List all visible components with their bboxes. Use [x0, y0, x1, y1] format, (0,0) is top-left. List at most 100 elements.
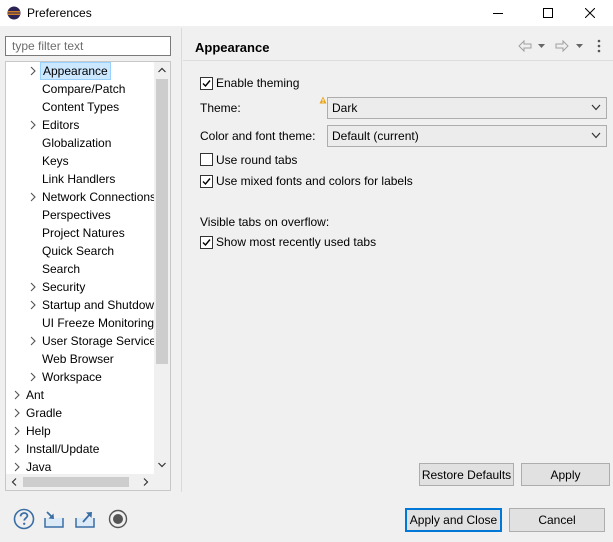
tree-horizontal-scrollbar[interactable]: [6, 474, 154, 490]
recent-tabs-label[interactable]: Show most recently used tabs: [216, 235, 376, 249]
back-dropdown-icon[interactable]: [537, 38, 546, 54]
tree-item-label: Project Natures: [42, 226, 125, 240]
tree-item-label: Gradle: [26, 406, 63, 420]
tree-item[interactable]: Workspace: [6, 368, 156, 386]
scroll-down-icon[interactable]: [158, 462, 166, 468]
mixed-fonts-checkbox[interactable]: [200, 175, 213, 188]
panel-divider[interactable]: [181, 28, 182, 492]
tree-vertical-scroll-thumb[interactable]: [156, 79, 168, 364]
scroll-left-icon[interactable]: [11, 478, 17, 486]
tree-item-label: Workspace: [42, 370, 102, 384]
close-icon: [585, 8, 595, 18]
chevron-right-icon[interactable]: [12, 422, 22, 440]
tree-item[interactable]: Search: [6, 260, 156, 278]
view-menu-icon[interactable]: [596, 38, 602, 54]
tree-item[interactable]: Perspectives: [6, 206, 156, 224]
restore-defaults-button[interactable]: Restore Defaults: [419, 463, 514, 486]
tree-item[interactable]: Globalization: [6, 134, 156, 152]
tree-item[interactable]: Editors: [6, 116, 156, 134]
chevron-right-icon[interactable]: [28, 368, 38, 386]
title-separator: [183, 60, 613, 61]
tree-item[interactable]: Quick Search: [6, 242, 156, 260]
scrollbar-corner: [154, 474, 170, 490]
tree-item[interactable]: UI Freeze Monitoring: [6, 314, 156, 332]
scroll-up-icon[interactable]: [158, 67, 166, 73]
tree-item[interactable]: Appearance: [6, 62, 156, 80]
warning-icon: [319, 96, 327, 104]
help-icon[interactable]: [13, 508, 35, 530]
tree-item[interactable]: Help: [6, 422, 156, 440]
tree-item[interactable]: Network Connections: [6, 188, 156, 206]
tree-item[interactable]: Keys: [6, 152, 156, 170]
chevron-right-icon[interactable]: [28, 116, 38, 134]
filter-input[interactable]: [5, 36, 171, 56]
round-tabs-label[interactable]: Use round tabs: [216, 153, 297, 167]
chevron-right-icon[interactable]: [28, 188, 38, 206]
tree-item[interactable]: Gradle: [6, 404, 156, 422]
chevron-down-icon: [591, 132, 601, 139]
forward-dropdown-icon[interactable]: [575, 38, 584, 54]
theme-combo[interactable]: Dark: [327, 97, 607, 119]
chevron-right-icon[interactable]: [28, 278, 38, 296]
scroll-right-icon[interactable]: [143, 478, 149, 486]
color-font-theme-combo-value: Default (current): [332, 129, 419, 143]
tree-item-label: Ant: [26, 388, 45, 402]
record-icon[interactable]: [107, 508, 129, 530]
tree-item-label: Quick Search: [42, 244, 115, 258]
import-icon[interactable]: [43, 508, 65, 530]
chevron-right-icon[interactable]: [28, 296, 38, 314]
round-tabs-checkbox[interactable]: [200, 153, 213, 166]
tree-item-label: Keys: [42, 154, 69, 168]
eclipse-app-icon: [7, 6, 21, 20]
cancel-button[interactable]: Cancel: [509, 508, 605, 532]
chevron-right-icon[interactable]: [12, 440, 22, 458]
mixed-fonts-label[interactable]: Use mixed fonts and colors for labels: [216, 174, 413, 188]
close-button[interactable]: [567, 0, 613, 26]
tree-item[interactable]: Compare/Patch: [6, 80, 156, 98]
preferences-tree[interactable]: Appearance Compare/Patch Content Types Edit…: [5, 61, 171, 491]
tree-item-label: User Storage Service: [42, 334, 157, 348]
checkmark-icon: [202, 80, 211, 88]
chevron-right-icon[interactable]: [12, 404, 22, 422]
window-title: Preferences: [27, 6, 92, 20]
theme-combo-value: Dark: [332, 101, 358, 115]
tree-item[interactable]: Security: [6, 278, 156, 296]
apply-and-close-button[interactable]: Apply and Close: [405, 508, 502, 532]
tree-item[interactable]: Project Natures: [6, 224, 156, 242]
tree-item[interactable]: Startup and Shutdown: [6, 296, 161, 314]
back-arrow-icon[interactable]: [518, 38, 532, 54]
tree-item[interactable]: Web Browser: [6, 350, 156, 368]
tree-item-label: UI Freeze Monitoring: [42, 316, 155, 330]
chevron-right-icon[interactable]: [12, 386, 22, 404]
maximize-icon: [543, 8, 553, 18]
minimize-button[interactable]: [475, 0, 521, 26]
minimize-icon: [493, 13, 503, 14]
theme-label: Theme:: [200, 101, 241, 115]
tree-item-label: Network Connections: [42, 190, 157, 204]
tree-item-label: Startup and Shutdown: [42, 298, 161, 312]
forward-arrow-icon[interactable]: [555, 38, 569, 54]
checkmark-icon: [202, 178, 211, 186]
title-bar: Preferences: [0, 0, 613, 26]
color-font-theme-combo[interactable]: Default (current): [327, 125, 607, 147]
tree-item[interactable]: User Storage Service: [6, 332, 156, 350]
tree-item-label: Help: [26, 424, 51, 438]
chevron-right-icon[interactable]: [28, 62, 38, 80]
tree-item[interactable]: Install/Update: [6, 440, 156, 458]
visible-tabs-heading: Visible tabs on overflow:: [200, 215, 330, 229]
tree-item[interactable]: Content Types: [6, 98, 156, 116]
enable-theming-label[interactable]: Enable theming: [216, 76, 299, 90]
tree-item-label: Web Browser: [42, 352, 114, 366]
chevron-right-icon[interactable]: [28, 332, 38, 350]
checkmark-icon: [202, 239, 211, 247]
tree-vertical-scrollbar[interactable]: [154, 62, 170, 474]
apply-button[interactable]: Apply: [521, 463, 610, 486]
tree-item[interactable]: Ant: [6, 386, 156, 404]
tree-item-label: Link Handlers: [42, 172, 116, 186]
maximize-button[interactable]: [525, 0, 571, 26]
tree-horizontal-scroll-thumb[interactable]: [23, 477, 129, 487]
enable-theming-checkbox[interactable]: [200, 77, 213, 90]
tree-item[interactable]: Link Handlers: [6, 170, 156, 188]
recent-tabs-checkbox[interactable]: [200, 236, 213, 249]
export-icon[interactable]: [74, 508, 96, 530]
